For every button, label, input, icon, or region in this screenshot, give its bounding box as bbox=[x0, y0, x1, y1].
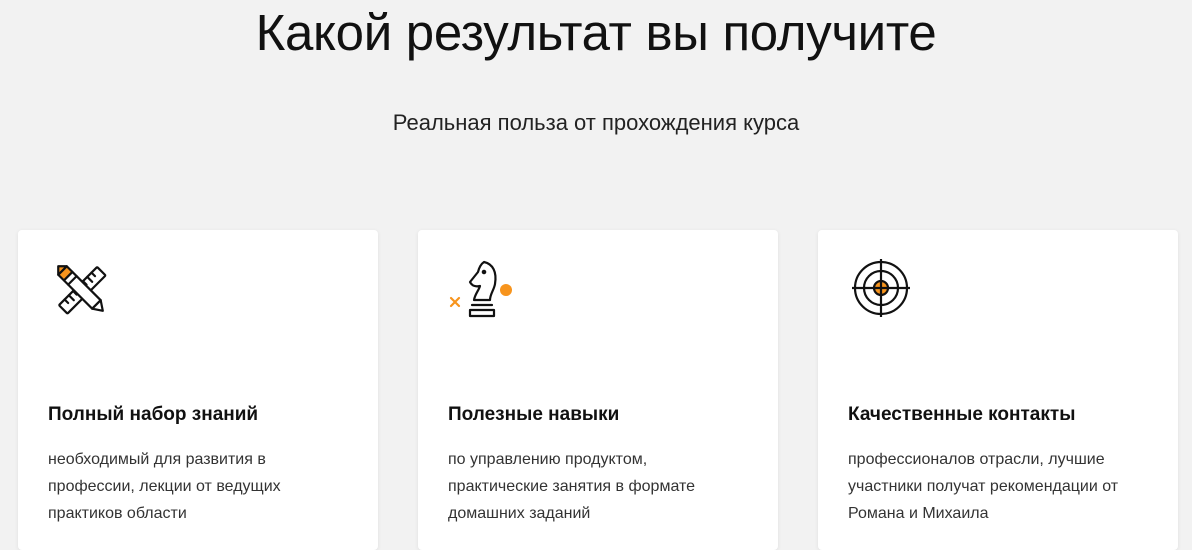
section-title: Какой результат вы получите bbox=[255, 4, 937, 61]
chess-knight-icon bbox=[448, 256, 518, 326]
card-title: Полезные навыки bbox=[448, 404, 620, 425]
benefit-card-skills: Полезные навыки по управлению продуктом,… bbox=[418, 230, 778, 550]
card-title: Полный набор знаний bbox=[48, 404, 259, 425]
benefit-card-contacts: Качественные контакты профессионалов отр… bbox=[818, 230, 1178, 550]
card-title: Качественные контакты bbox=[848, 404, 1076, 425]
card-text: профессионалов отрасли, лучшие участники… bbox=[848, 451, 1119, 522]
card-text: по управлению продуктом, практические за… bbox=[448, 451, 696, 522]
section-subtitle: Реальная польза от прохождения курса bbox=[392, 110, 800, 135]
card-text: необходимый для развития в профессии, ле… bbox=[48, 451, 281, 522]
benefit-card-knowledge: Полный набор знаний необходимый для разв… bbox=[18, 230, 378, 550]
pencil-ruler-icon bbox=[48, 256, 118, 326]
target-icon bbox=[848, 256, 918, 326]
